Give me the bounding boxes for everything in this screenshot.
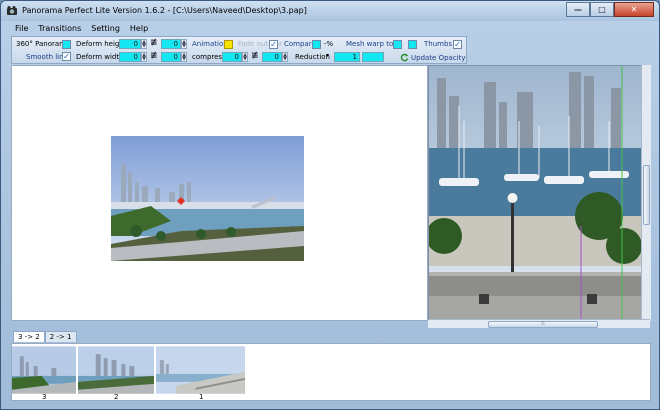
- compress-spinner-2[interactable]: ▲ ▼: [282, 52, 288, 62]
- vertical-scroll-thumb[interactable]: [643, 165, 650, 225]
- tab-2-to-1[interactable]: 2 -> 1: [44, 331, 77, 342]
- app-camera-icon: [7, 6, 17, 15]
- menu-file[interactable]: File: [15, 24, 28, 33]
- link-toggle-height[interactable]: ≢: [150, 38, 158, 48]
- deform-width-field-2[interactable]: 0: [161, 52, 181, 62]
- deform-height-spinner-1[interactable]: ▲ ▼: [141, 39, 147, 49]
- preview-image: [429, 66, 642, 320]
- deform-width-spinner-2[interactable]: ▲ ▼: [181, 52, 187, 62]
- maximize-button[interactable]: □: [590, 2, 614, 17]
- panorama-canvas[interactable]: [11, 65, 428, 321]
- link-toggle-width[interactable]: ≢: [150, 51, 158, 61]
- mesh-warp-checkbox-1[interactable]: [393, 40, 402, 49]
- preview-horizontal-scrollbar[interactable]: ⦙⦙⦙: [428, 319, 650, 328]
- frame-label-3: 3: [42, 393, 47, 401]
- update-opacity-button[interactable]: Update Opacity: [400, 52, 466, 63]
- animation-label: Animation: [192, 40, 228, 48]
- filmstrip-frame-1[interactable]: [156, 346, 246, 394]
- reduction-dropdown[interactable]: Reduction: [295, 53, 330, 61]
- mesh-warp-label: Mesh warp tool: [346, 40, 400, 48]
- close-button[interactable]: ✕: [614, 2, 654, 17]
- frame-label-1: 1: [199, 393, 204, 401]
- transition-tabs: 3 -> 2 2 -> 1: [13, 331, 77, 342]
- compress-field-2[interactable]: 0: [262, 52, 282, 62]
- filmstrip: 3 2 1: [11, 343, 651, 401]
- tab-3-to-2[interactable]: 3 -> 2: [13, 331, 45, 342]
- link-toggle-compress[interactable]: ≢: [251, 51, 259, 61]
- reduction-field[interactable]: 1: [334, 52, 360, 62]
- deform-width-spinner-1[interactable]: ▲ ▼: [141, 52, 147, 62]
- reduction-field-2[interactable]: [362, 52, 384, 62]
- title-bar[interactable]: Panorama Perfect Lite Version 1.6.2 - [C…: [1, 1, 659, 21]
- frame-label-2: 2: [114, 393, 119, 401]
- percent-label: -%: [324, 40, 334, 48]
- thumbs-checkbox[interactable]: ✓: [453, 40, 462, 49]
- minimize-button[interactable]: —: [566, 2, 590, 17]
- toolbar: 360° Panorama Deform height: 0 ▲ ▼ ≢ 0 ▲ ▼…: [11, 36, 467, 64]
- menu-setting[interactable]: Setting: [91, 24, 120, 33]
- menu-help[interactable]: Help: [130, 24, 148, 33]
- panorama-checkbox[interactable]: [62, 40, 71, 49]
- compare-label: Compare: [284, 40, 316, 48]
- horizontal-scroll-thumb[interactable]: ⦙⦙⦙: [488, 321, 598, 328]
- panorama-image[interactable]: [111, 136, 304, 261]
- filmstrip-frame-3[interactable]: [12, 346, 77, 394]
- reduction-dropdown-arrow-icon[interactable]: ▾: [326, 52, 329, 59]
- preview-vertical-scrollbar[interactable]: [641, 65, 651, 321]
- preview-panel[interactable]: [428, 65, 650, 321]
- filmstrip-frame-2[interactable]: [78, 346, 155, 394]
- thumbs-label: Thumbs: [424, 40, 453, 48]
- deform-height-spinner-2[interactable]: ▲ ▼: [181, 39, 187, 49]
- animation-checkbox[interactable]: [224, 40, 233, 49]
- window-title: Panorama Perfect Lite Version 1.6.2 - [C…: [22, 6, 307, 15]
- app-window: Panorama Perfect Lite Version 1.6.2 - [C…: [0, 0, 660, 410]
- deform-width-field-1[interactable]: 0: [119, 52, 141, 62]
- compare-checkbox[interactable]: [312, 40, 321, 49]
- mesh-warp-checkbox-2[interactable]: [408, 40, 417, 49]
- menu-bar: File Transitions Setting Help: [7, 22, 655, 35]
- compress-field-1[interactable]: 0: [222, 52, 242, 62]
- deform-height-field-2[interactable]: 0: [161, 39, 181, 49]
- deform-height-field-1[interactable]: 0: [119, 39, 141, 49]
- fade-out-checkbox[interactable]: ✓: [269, 40, 278, 49]
- menu-transitions[interactable]: Transitions: [38, 24, 81, 33]
- window-controls: — □ ✕: [566, 2, 654, 17]
- compress-spinner-1[interactable]: ▲ ▼: [242, 52, 248, 62]
- update-opacity-label: Update Opacity: [411, 53, 466, 62]
- smooth-line-checkbox[interactable]: ✓: [62, 52, 71, 61]
- refresh-icon: [400, 53, 409, 62]
